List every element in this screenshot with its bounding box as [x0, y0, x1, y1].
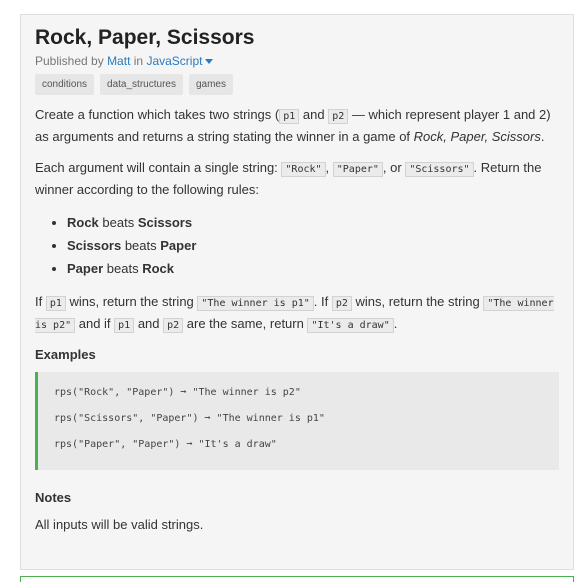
- rule-loser: Paper: [160, 238, 197, 253]
- text-run: wins, return the string: [65, 294, 198, 309]
- inline-code: "The winner is p1": [197, 296, 314, 311]
- rule-verb: beats: [102, 215, 135, 230]
- rules-list: Rock beats Scissors Scissors beats Paper…: [35, 211, 559, 280]
- text-run: ,: [325, 160, 333, 175]
- page: Rock, Paper, Scissors Published by Matt …: [0, 0, 588, 582]
- rule-winner: Rock: [67, 215, 99, 230]
- rule-loser: Rock: [142, 261, 174, 276]
- in-word: in: [133, 54, 144, 68]
- inline-code: "Rock": [281, 162, 326, 177]
- text-run: .: [540, 129, 545, 144]
- language-dropdown[interactable]: JavaScript: [146, 54, 214, 68]
- description-paragraph-3: If p1 wins, return the string "The winne…: [35, 292, 559, 336]
- inline-code: p1: [114, 318, 135, 333]
- inline-code: p1: [279, 109, 300, 124]
- list-item: Rock beats Scissors: [67, 211, 559, 234]
- rule-loser: Scissors: [137, 215, 193, 230]
- text-run: wins, return the string: [351, 294, 484, 309]
- challenge-description: Create a function which takes two string…: [35, 105, 559, 336]
- text-run: If: [35, 294, 46, 309]
- challenge-card: Rock, Paper, Scissors Published by Matt …: [20, 14, 574, 570]
- text-run: are the same, return: [183, 316, 308, 331]
- example-line: rps("Scissors", "Paper") ➞ "The winner i…: [54, 413, 325, 424]
- rule-winner: Paper: [67, 261, 104, 276]
- notes-text: All inputs will be valid strings.: [35, 517, 204, 532]
- inline-code: "It's a draw": [307, 318, 394, 333]
- text-run: , or: [382, 160, 406, 175]
- example-line: rps("Rock", "Paper") ➞ "The winner is p2…: [54, 387, 301, 398]
- inline-code: p2: [331, 296, 352, 311]
- language-label: JavaScript: [146, 54, 203, 68]
- tag-games[interactable]: games: [188, 74, 233, 95]
- text-run: and: [134, 316, 164, 331]
- list-item: Paper beats Rock: [67, 257, 559, 280]
- text-run: . If: [313, 294, 332, 309]
- inline-code: "Paper": [332, 162, 383, 177]
- tag-data-structures[interactable]: data_structures: [100, 74, 183, 95]
- next-panel-edge: [20, 576, 574, 582]
- author-link[interactable]: Matt: [107, 54, 130, 68]
- inline-code: "Scissors": [405, 162, 474, 177]
- page-title: Rock, Paper, Scissors: [35, 26, 255, 49]
- inline-code: p2: [328, 109, 349, 124]
- text-run: Create a function which takes two string…: [35, 107, 280, 122]
- description-paragraph-2: Each argument will contain a single stri…: [35, 158, 559, 200]
- rule-verb: beats: [106, 261, 139, 276]
- chevron-down-icon: [205, 59, 214, 65]
- rule-verb: beats: [124, 238, 157, 253]
- list-item: Scissors beats Paper: [67, 234, 559, 257]
- notes-heading: Notes: [35, 490, 72, 505]
- tag-conditions[interactable]: conditions: [35, 74, 95, 95]
- text-run: and: [299, 107, 329, 122]
- text-run: Each argument will contain a single stri…: [35, 160, 282, 175]
- inline-code: p1: [45, 296, 66, 311]
- published-prefix: Published by: [35, 54, 104, 68]
- examples-heading: Examples: [35, 347, 96, 362]
- inline-code: p2: [163, 318, 184, 333]
- examples-code-block: rps("Rock", "Paper") ➞ "The winner is p2…: [35, 372, 559, 470]
- description-paragraph-1: Create a function which takes two string…: [35, 105, 559, 147]
- example-line: rps("Paper", "Paper") ➞ "It's a draw": [54, 439, 277, 450]
- text-run: and if: [75, 316, 115, 331]
- publish-meta: Published by Matt in JavaScript: [35, 53, 559, 69]
- text-run: .: [393, 316, 398, 331]
- tag-list: conditions data_structures games: [35, 74, 559, 95]
- rule-winner: Scissors: [67, 238, 122, 253]
- emphasis-text: Rock, Paper, Scissors: [413, 129, 541, 144]
